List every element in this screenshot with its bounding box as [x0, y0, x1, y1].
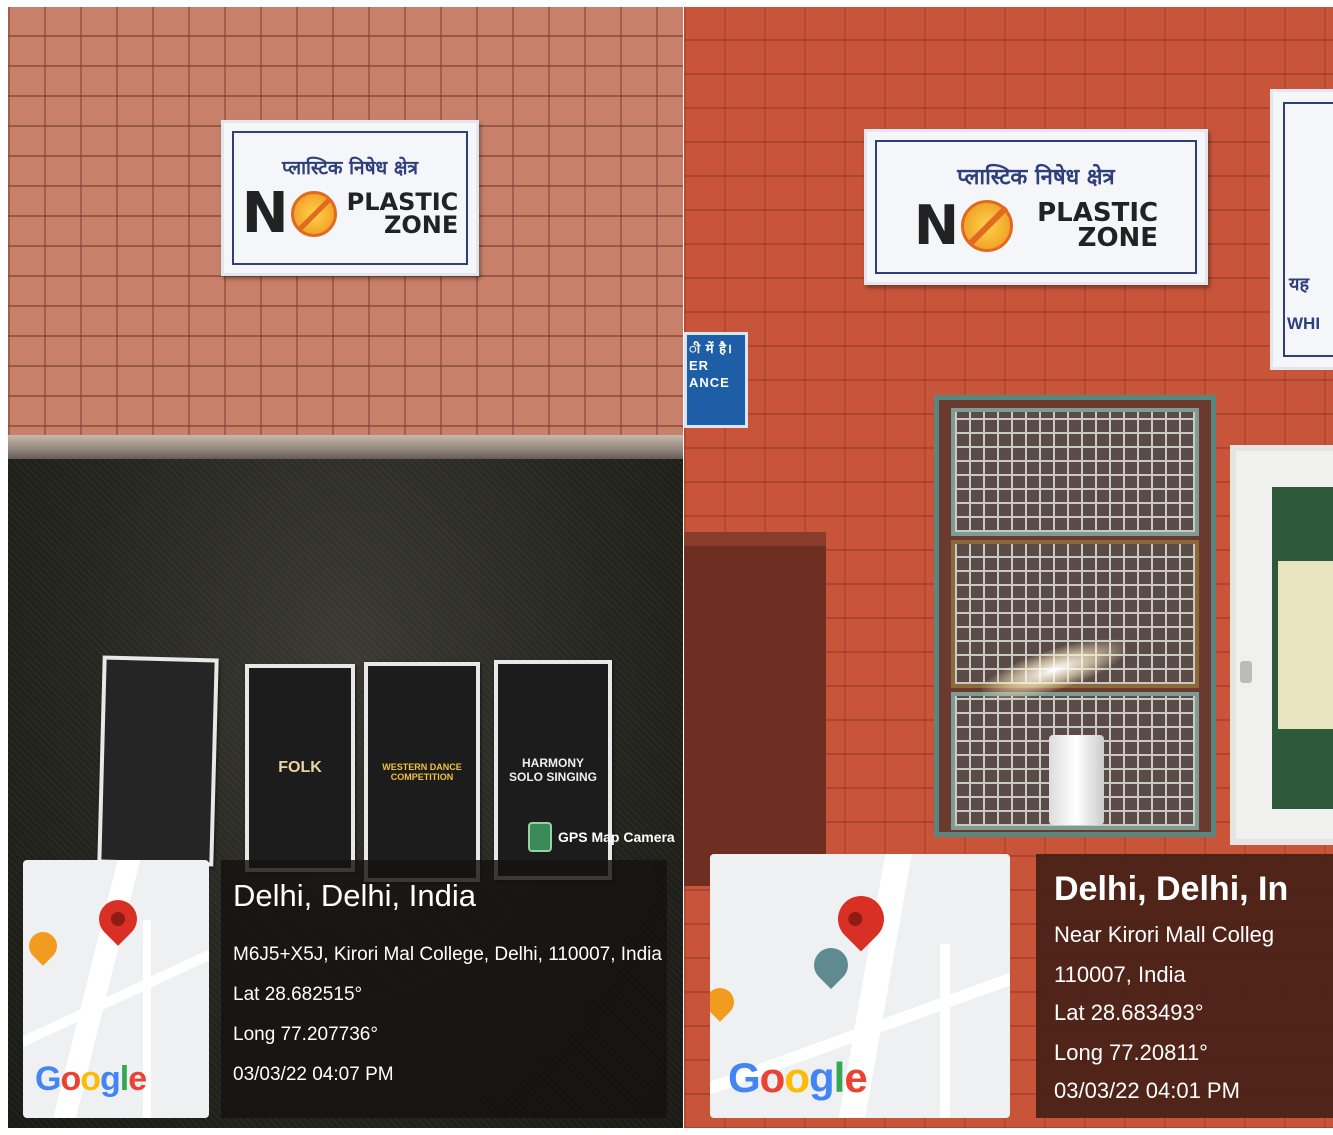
location-lat: Lat 28.683493°	[1054, 1000, 1204, 1025]
sign-zone-text: ZONE	[1077, 223, 1159, 253]
location-info-box: Delhi, Delhi, India M6J5+X5J, Kirori Mal…	[221, 860, 667, 1118]
poster-4-text: HARMONY SOLO SINGING	[509, 756, 598, 784]
location-lat: Lat 28.682515°	[233, 984, 363, 1005]
poster-1-text	[115, 760, 201, 762]
blue-sign-line-1: ी में है।	[689, 341, 733, 356]
right-photo: प्लास्टिक निषेध क्षेत्र N PLASTIC ZONE ी…	[684, 7, 1333, 1128]
location-address: Near Kirori Mall Colleg	[1054, 922, 1275, 947]
partial-sign-line-2: WHI	[1287, 314, 1321, 333]
location-title: Delhi, Delhi, India	[233, 878, 476, 913]
poster-3: WESTERN DANCE COMPETITION	[364, 662, 480, 882]
location-info-box: Delhi, Delhi, In Near Kirori Mall Colleg…	[1036, 854, 1333, 1118]
sign-hindi-text: प्लास्टिक निषेध क्षेत्र	[957, 164, 1115, 190]
no-plastic-icon	[290, 191, 337, 237]
no-plastic-zone-sign: प्लास्टिक निषेध क्षेत्र N PLASTIC ZONE	[864, 129, 1208, 285]
poster-3-text: WESTERN DANCE COMPETITION	[382, 762, 462, 782]
location-datetime: 03/03/22 04:07 PM	[233, 1064, 394, 1085]
left-photo: प्लास्टिक निषेध क्षेत्र N PLASTIC ZONE F…	[8, 7, 683, 1128]
barred-window	[934, 395, 1216, 837]
poster-2-text: FOLK	[278, 759, 322, 776]
blue-sign-line-3: ANCE	[689, 374, 730, 390]
gps-camera-icon	[528, 822, 552, 852]
sign-zone-text: ZONE	[383, 211, 459, 239]
sign-hindi-text: प्लास्टिक निषेध क्षेत्र	[282, 157, 418, 179]
restaurant-pin-icon	[23, 926, 63, 966]
blue-info-sign: ी में है। ER ANCE	[684, 332, 748, 428]
location-datetime: 03/03/22 04:01 PM	[1054, 1078, 1240, 1103]
poster-1	[97, 655, 219, 867]
partial-sign-line-1: यह	[1289, 274, 1309, 294]
location-long: Long 77.207736°	[233, 1024, 378, 1045]
map-thumbnail: Google	[710, 854, 1010, 1118]
location-address-line-2: 110007, India	[1054, 962, 1186, 987]
board-handle	[1240, 661, 1252, 683]
gps-map-camera-badge: GPS Map Camera	[528, 822, 675, 852]
blue-sign-line-2: ER	[689, 357, 710, 373]
no-plastic-icon	[961, 200, 1014, 252]
location-long: Long 77.20811°	[1054, 1040, 1208, 1065]
wall-ledge	[8, 435, 683, 461]
google-logo: Google	[728, 1054, 868, 1101]
location-title: Delhi, Delhi, In	[1054, 870, 1289, 908]
wooden-box	[684, 532, 826, 886]
google-logo: Google	[35, 1060, 147, 1098]
school-pin-icon	[806, 940, 856, 990]
sign-n-letter: N	[241, 181, 289, 246]
no-plastic-zone-sign: प्लास्टिक निषेध क्षेत्र N PLASTIC ZONE	[221, 120, 479, 276]
notice-board	[1230, 445, 1333, 845]
partial-sign-right: यह WHI	[1270, 89, 1333, 370]
map-thumbnail: Google	[23, 860, 209, 1118]
gps-camera-label: GPS Map Camera	[558, 829, 675, 845]
white-container	[1049, 735, 1104, 825]
restaurant-pin-icon	[710, 982, 740, 1022]
location-address: M6J5+X5J, Kirori Mal College, Delhi, 110…	[233, 944, 662, 965]
sign-n-letter: N	[913, 194, 960, 257]
poster-2: FOLK	[245, 664, 355, 872]
